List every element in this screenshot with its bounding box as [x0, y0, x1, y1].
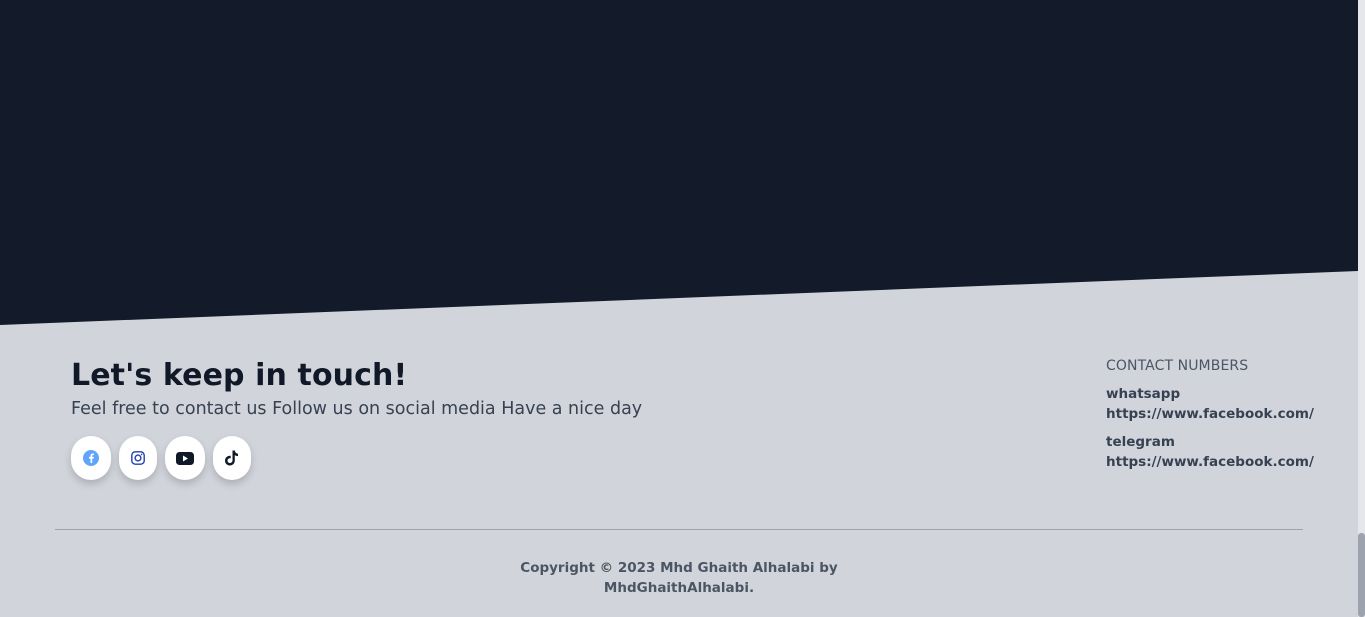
youtube-button[interactable]	[165, 436, 205, 480]
contact-item-whatsapp: whatsapp https://www.facebook.com/	[1106, 384, 1314, 424]
contacts-heading: CONTACT NUMBERS	[1106, 358, 1249, 374]
copyright-line: Copyright © 2023 Mhd Ghaith Alhalabi by	[520, 560, 838, 576]
youtube-icon	[176, 451, 194, 465]
instagram-button[interactable]	[119, 436, 157, 480]
contact-label: telegram	[1106, 434, 1175, 450]
tiktok-button[interactable]	[213, 436, 251, 480]
footer-subtitle: Feel free to contact us Follow us on soc…	[71, 399, 643, 419]
scrollbar-thumb[interactable]	[1358, 533, 1365, 617]
instagram-icon	[131, 451, 145, 465]
contact-label: whatsapp	[1106, 386, 1181, 402]
facebook-button[interactable]	[71, 436, 111, 480]
footer-divider	[55, 529, 1303, 530]
tiktok-icon	[225, 450, 238, 466]
contact-item-telegram: telegram https://www.facebook.com/	[1106, 432, 1314, 472]
contact-link[interactable]: https://www.facebook.com/	[1106, 452, 1314, 472]
copyright-author: MhdGhaithAlhalabi.	[603, 580, 755, 596]
footer-title: Let's keep in touch!	[71, 358, 408, 393]
copyright: Copyright © 2023 Mhd Ghaith Alhalabi by …	[479, 558, 879, 598]
contact-numbers: CONTACT NUMBERS whatsapp https://www.fac…	[1106, 358, 1314, 472]
scrollbar[interactable]	[1358, 0, 1365, 617]
footer-intro: Let's keep in touch! Feel free to contac…	[71, 357, 642, 480]
page: Let's keep in touch! Feel free to contac…	[0, 0, 1365, 617]
contact-link[interactable]: https://www.facebook.com/	[1106, 404, 1314, 424]
social-links	[71, 436, 642, 480]
facebook-icon	[83, 450, 99, 466]
dark-hero-section	[0, 0, 1358, 325]
